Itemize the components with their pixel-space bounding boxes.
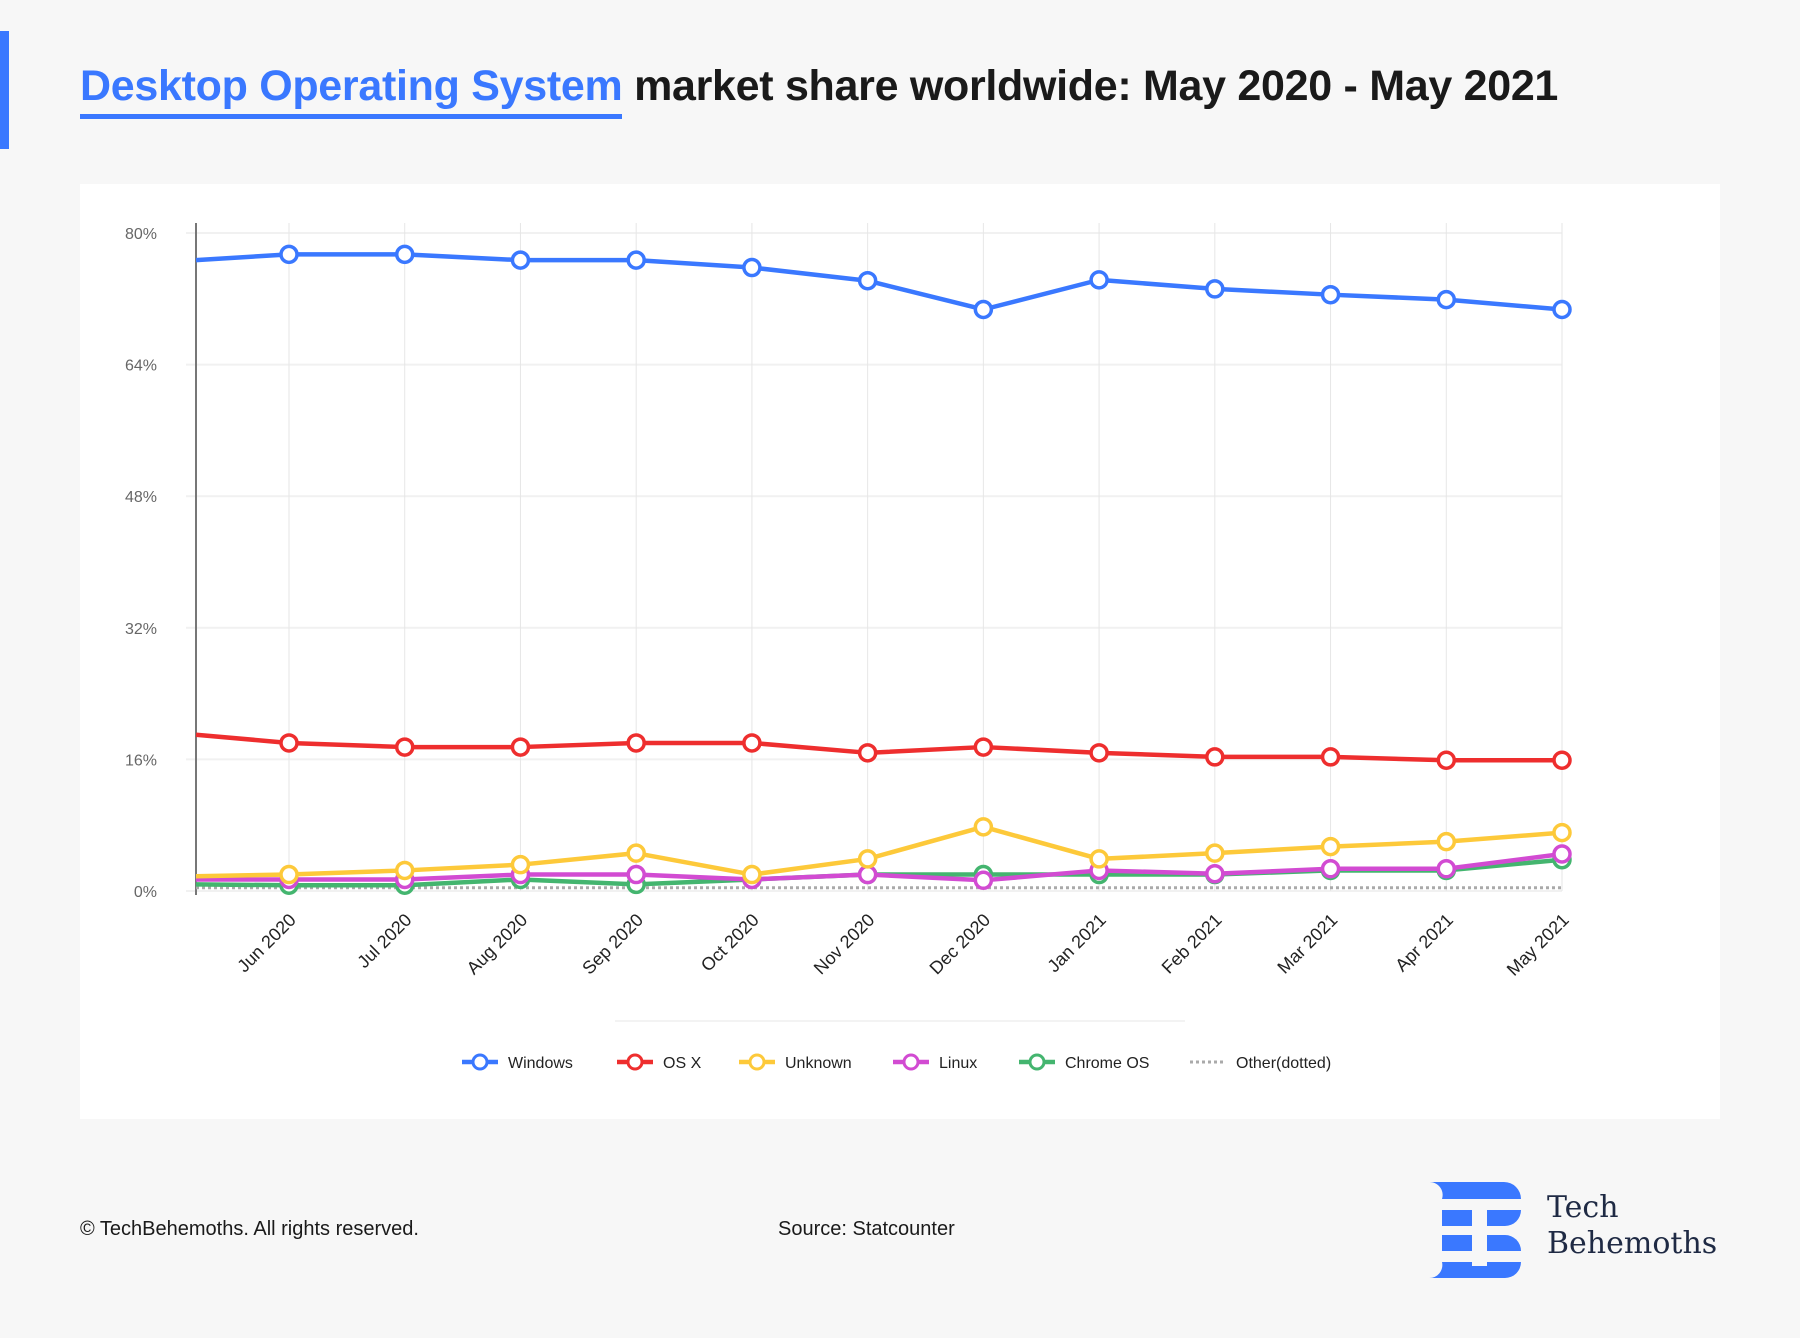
legend-marker [471,1053,489,1071]
data-point [626,864,646,885]
data-point [1089,849,1109,869]
data-point [1205,863,1225,884]
data-point [857,849,878,869]
data-point [973,817,994,837]
x-tick-label: Jan 2021 [1043,910,1110,977]
logo-mark-icon [1429,1181,1521,1279]
legend-label: Chrome OS [1065,1055,1149,1072]
techbehemoths-logo: Tech Behemoths [1429,1180,1729,1280]
data-point [857,743,878,763]
data-point [1436,750,1457,770]
x-tick-label: Dec 2020 [926,910,995,979]
data-point [394,244,415,265]
data-point [1320,284,1341,305]
data-point [626,250,646,270]
data-point [857,270,878,291]
data-point [973,870,994,891]
data-point [626,843,646,863]
data-point [1552,299,1572,320]
data-point [1436,289,1457,310]
data-point [1436,831,1457,852]
data-point [1552,822,1572,843]
x-tick-label: Nov 2020 [810,910,879,979]
data-point [510,737,531,757]
data-point [1320,747,1341,767]
legend-label: Windows [508,1055,573,1072]
data-point [510,250,531,270]
data-point [279,733,299,753]
data-point [1552,750,1572,770]
data-point [1320,859,1341,879]
data-point [1205,843,1225,863]
source-text: Source: Statcounter [778,1218,955,1240]
data-point [626,733,646,753]
data-point [279,244,299,265]
data-point [1205,747,1225,767]
data-point [973,299,994,320]
x-tick-label: Oct 2020 [697,910,763,976]
y-tick-label: 16% [125,752,157,769]
copyright-text: © TechBehemoths. All rights reserved. [80,1218,419,1240]
logo-line2: Behemoths [1547,1226,1718,1261]
y-tick-label: 48% [125,489,157,506]
legend-marker [626,1053,644,1071]
legend-label: OS X [663,1055,702,1072]
x-tick-label: May 2021 [1503,910,1573,980]
legend-marker [902,1053,920,1071]
data-point [1436,859,1457,879]
x-tick-label: Jun 2020 [233,910,300,977]
line-chart: 0% 16% 32% 48% 64% 80% Jun 2020 Jul 2020 Aug 202… [125,223,1573,1072]
x-tick-label: Feb 2021 [1158,910,1226,978]
x-tick-label: Jul 2020 [353,910,415,972]
legend-marker [748,1053,766,1071]
legend-label: Other(dotted) [1236,1055,1331,1072]
legend-marker [1028,1053,1046,1071]
x-tick-label: Sep 2020 [578,910,647,979]
data-point [1205,279,1225,299]
data-point [742,733,762,753]
data-point [394,737,415,757]
x-tick-label: Mar 2021 [1273,910,1341,978]
data-point [394,860,415,881]
data-point [1089,270,1109,290]
data-point [742,257,762,278]
x-tick-label: Apr 2021 [1391,910,1457,976]
y-tick-label: 80% [125,226,157,243]
legend-label: Linux [939,1055,977,1072]
x-tick-label: Aug 2020 [463,910,532,979]
y-tick-label: 0% [134,884,157,901]
data-point [742,864,762,885]
y-tick-label: 64% [125,358,157,375]
data-point [1320,836,1341,857]
data-point [1089,743,1109,763]
legend-label: Unknown [785,1055,852,1072]
data-point [1552,844,1572,864]
data-point [857,864,878,885]
data-point [510,854,531,875]
data-point [973,737,994,757]
y-tick-label: 32% [125,621,157,638]
logo-line1: Tech [1547,1190,1619,1225]
data-point [279,864,299,885]
